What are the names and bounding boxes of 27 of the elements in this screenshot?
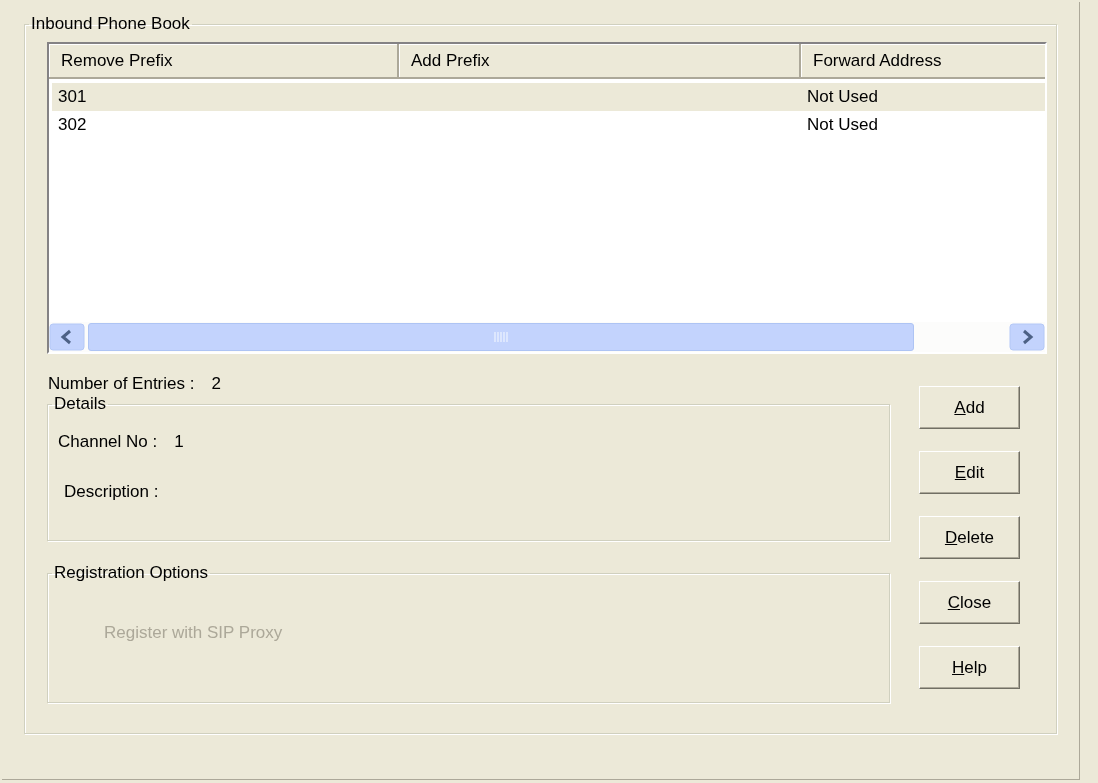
entries-count: 2 [211, 374, 221, 394]
column-header[interactable]: Forward Address [801, 44, 1045, 77]
dialog-button[interactable]: Add [919, 386, 1020, 429]
table-cell: Not Used [807, 115, 878, 134]
group-title: Details [53, 394, 107, 414]
column-header[interactable]: Remove Prefix [49, 44, 399, 77]
grip-icon [494, 332, 508, 342]
scroll-thumb[interactable] [88, 323, 914, 351]
dialog-button[interactable]: Help [919, 646, 1020, 689]
group-title: Inbound Phone Book [30, 14, 191, 34]
dialog-button[interactable]: Delete [919, 516, 1020, 559]
table-cell: 301 [58, 87, 87, 106]
entries-label: Number of Entries : [48, 374, 195, 394]
scroll-right-button[interactable] [1009, 323, 1045, 351]
table-cell: Not Used [807, 87, 878, 106]
dialog-button[interactable]: Edit [919, 451, 1020, 494]
channel-value: 1 [174, 432, 184, 452]
description-label: Description : [64, 482, 159, 502]
dialog-button[interactable]: Close [919, 581, 1020, 624]
group-title: Registration Options [53, 563, 210, 583]
scroll-left-button[interactable] [49, 323, 85, 351]
column-header[interactable]: Add Prefix [399, 44, 801, 77]
table-cell: 302 [58, 115, 87, 134]
table-row[interactable]: 301 Not Used [52, 83, 1045, 111]
channel-label: Channel No : [58, 432, 158, 452]
horizontal-scrollbar[interactable] [49, 322, 1045, 352]
table-row[interactable]: 302 Not Used [52, 111, 1045, 139]
